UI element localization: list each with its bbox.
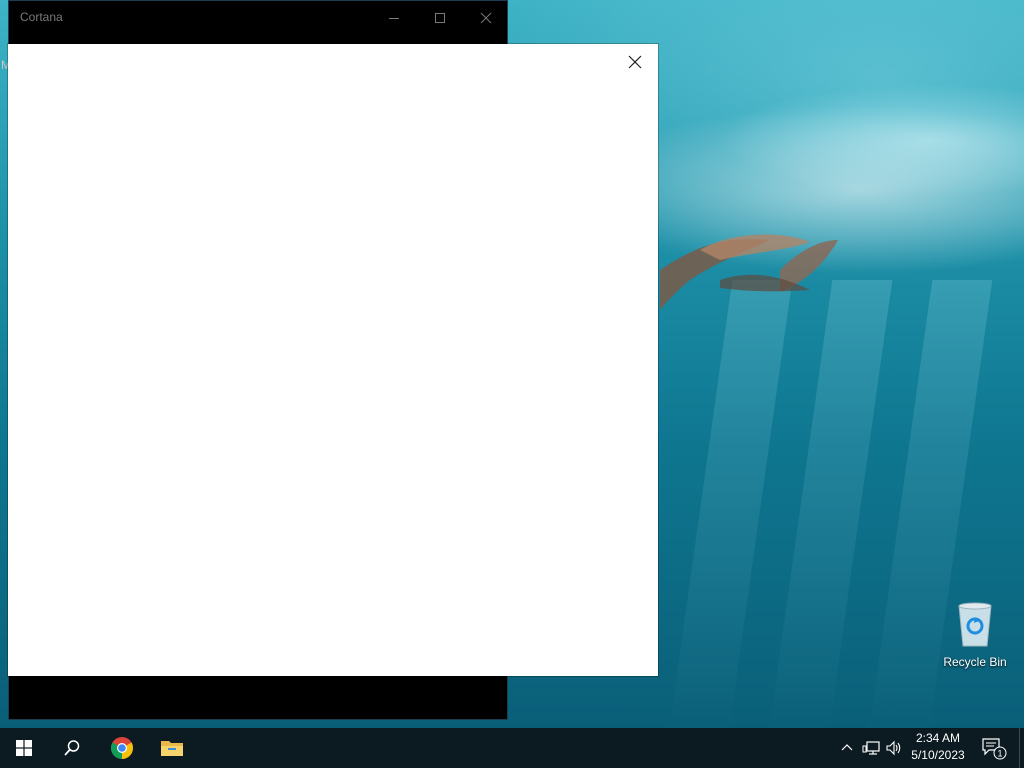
show-desktop-button[interactable] <box>1019 728 1024 768</box>
chrome-taskbar-button[interactable] <box>98 728 146 768</box>
show-hidden-icons-button[interactable] <box>836 736 858 760</box>
notification-icon: 1 <box>982 738 1007 760</box>
window-title: Cortana <box>20 10 63 24</box>
notification-count: 1 <box>997 749 1002 759</box>
windows-logo-icon <box>16 740 32 756</box>
close-icon <box>480 12 492 24</box>
search-icon <box>64 740 80 756</box>
network-icon <box>862 741 880 755</box>
dialog-close-button[interactable] <box>625 52 645 72</box>
close-icon <box>628 55 642 69</box>
system-clock[interactable]: 2:34 AM 5/10/2023 <box>906 730 970 764</box>
start-button[interactable] <box>0 728 48 768</box>
file-explorer-taskbar-button[interactable] <box>148 728 196 768</box>
volume-button[interactable] <box>883 736 905 760</box>
chrome-icon <box>111 737 133 759</box>
search-button[interactable] <box>48 728 96 768</box>
recycle-bin-label: Recycle Bin <box>943 655 1007 669</box>
recycle-bin-shortcut[interactable]: Recycle Bin <box>938 600 1012 669</box>
desktop-wallpaper: Cortana M Recycle Bin <box>0 0 1024 728</box>
close-window-button[interactable] <box>463 1 509 35</box>
folder-icon <box>161 741 183 756</box>
maximize-icon <box>435 13 445 23</box>
cortana-dialog <box>8 44 658 676</box>
minimize-icon <box>389 18 399 19</box>
minimize-button[interactable] <box>371 1 417 35</box>
light-ray <box>667 280 793 728</box>
swimmer-fins-image <box>660 234 838 310</box>
clock-time: 2:34 AM <box>915 731 961 745</box>
chevron-up-icon <box>841 744 853 751</box>
action-center-button[interactable]: 1 <box>978 728 1010 768</box>
maximize-button[interactable] <box>417 1 463 35</box>
clock-date: 5/10/2023 <box>911 748 965 762</box>
light-ray <box>767 280 893 728</box>
volume-icon <box>886 740 901 756</box>
recycle-bin-icon <box>958 602 992 647</box>
network-button[interactable] <box>860 736 882 760</box>
taskbar: 2:34 AM 5/10/2023 1 <box>0 728 1024 768</box>
cortana-titlebar[interactable]: Cortana <box>9 1 507 35</box>
